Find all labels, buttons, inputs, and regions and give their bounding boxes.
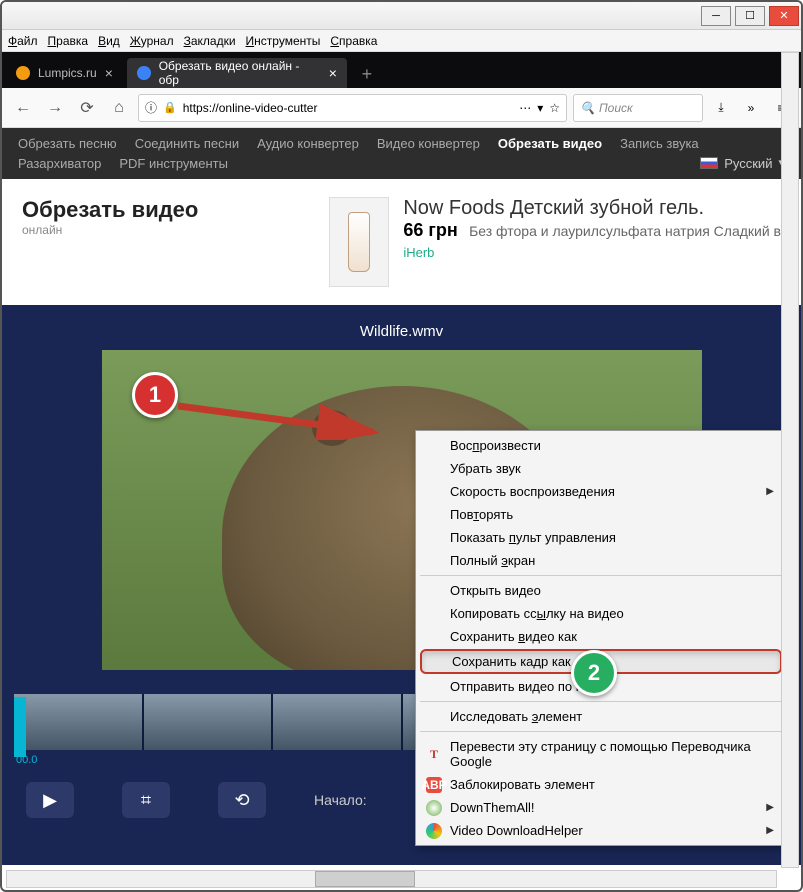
- maximize-button[interactable]: ☐: [735, 6, 765, 26]
- translate-icon: T: [426, 746, 442, 762]
- back-button[interactable]: ←: [10, 95, 36, 121]
- info-icon[interactable]: ⓘ: [145, 99, 157, 116]
- timeline-thumb: [144, 694, 272, 750]
- tab-lumpics[interactable]: Lumpics.ru ×: [6, 58, 123, 88]
- lock-icon: 🔒: [163, 101, 177, 114]
- adblock-icon: ABP: [426, 777, 442, 793]
- url-text: https://online-video-cutter: [183, 101, 318, 115]
- site-nav: Обрезать песню Соединить песни Аудио кон…: [2, 128, 801, 179]
- menu-file[interactable]: Файл: [8, 34, 38, 48]
- close-button[interactable]: ✕: [769, 6, 799, 26]
- menu-help[interactable]: Справка: [330, 34, 377, 48]
- ctx-save-video[interactable]: Сохранить видео как: [418, 625, 784, 648]
- search-placeholder: Поиск: [599, 101, 633, 115]
- ctx-fullscreen[interactable]: Полный экран: [418, 549, 784, 572]
- page-subtitle: онлайн: [22, 223, 198, 237]
- menu-history[interactable]: Журнал: [130, 34, 174, 48]
- submenu-arrow-icon: ▶: [766, 486, 774, 497]
- scrollbar-thumb[interactable]: [315, 871, 415, 887]
- downloads-button[interactable]: ⤓: [709, 96, 733, 120]
- page-actions-icon[interactable]: ⋯: [519, 101, 531, 115]
- ctx-repeat[interactable]: Повторять: [418, 503, 784, 526]
- submenu-arrow-icon: ▶: [766, 802, 774, 813]
- new-tab-button[interactable]: +: [353, 60, 381, 88]
- timeline-thumb: [273, 694, 401, 750]
- ctx-translate[interactable]: TПеревести эту страницу с помощью Перево…: [418, 735, 784, 773]
- tab-strip: Lumpics.ru × Обрезать видео онлайн - обр…: [2, 52, 801, 88]
- tab-label: Lumpics.ru: [38, 66, 97, 80]
- ad-desc: Без фтора и лаурилсульфата натрия Сладки…: [469, 223, 781, 239]
- hero-section: Обрезать видео онлайн Now Foods Детский …: [2, 179, 801, 305]
- ctx-block-element[interactable]: ABPЗаблокировать элемент: [418, 773, 784, 796]
- advertisement[interactable]: Now Foods Детский зубной гель. 66 грн Бе…: [329, 197, 781, 287]
- home-button[interactable]: ⌂: [106, 95, 132, 121]
- annotation-marker-2: 2: [571, 650, 617, 696]
- video-filename: Wildlife.wmv: [2, 323, 801, 340]
- rotate-button[interactable]: ⟲: [218, 782, 266, 818]
- crop-button[interactable]: ⌗: [122, 782, 170, 818]
- ad-title: Now Foods Детский зубной гель.: [403, 197, 781, 220]
- language-selector[interactable]: Русский ▾: [700, 155, 785, 171]
- nav-item[interactable]: Запись звука: [620, 136, 699, 151]
- ctx-copy-link[interactable]: Копировать ссылку на видео: [418, 602, 784, 625]
- reload-button[interactable]: ⟳: [74, 95, 100, 121]
- context-menu: Воспроизвести Убрать звук Скорость воспр…: [415, 430, 787, 846]
- tab-close-icon[interactable]: ×: [329, 65, 337, 81]
- nav-item[interactable]: Разархиватор: [18, 156, 101, 171]
- vertical-scrollbar[interactable]: [781, 52, 799, 868]
- ctx-inspect[interactable]: Исследовать элемент: [418, 705, 784, 728]
- language-label: Русский: [724, 156, 772, 171]
- dta-icon: [426, 800, 442, 816]
- overflow-button[interactable]: »: [739, 96, 763, 120]
- page-title: Обрезать видео: [22, 197, 198, 223]
- ctx-mute[interactable]: Убрать звук: [418, 457, 784, 480]
- bookmark-star-icon[interactable]: ☆: [549, 101, 560, 115]
- minimize-button[interactable]: ─: [701, 6, 731, 26]
- ctx-open-video[interactable]: Открыть видео: [418, 579, 784, 602]
- submenu-arrow-icon: ▶: [766, 825, 774, 836]
- ad-price: 66 грн: [403, 220, 457, 241]
- trim-start-handle[interactable]: [14, 697, 26, 757]
- favicon-icon: [137, 66, 151, 80]
- nav-item[interactable]: Соединить песни: [135, 136, 239, 151]
- ad-brand: iHerb: [403, 245, 781, 260]
- play-button[interactable]: ▶: [26, 782, 74, 818]
- menu-edit[interactable]: Правка: [48, 34, 89, 48]
- forward-button[interactable]: →: [42, 95, 68, 121]
- menu-bookmarks[interactable]: Закладки: [184, 34, 236, 48]
- ctx-play[interactable]: Воспроизвести: [418, 434, 784, 457]
- ctx-downthemall[interactable]: DownThemAll!▶: [418, 796, 784, 819]
- ctx-show-controls[interactable]: Показать пульт управления: [418, 526, 784, 549]
- nav-item[interactable]: Аудио конвертер: [257, 136, 359, 151]
- nav-item[interactable]: Видео конвертер: [377, 136, 480, 151]
- address-toolbar: ← → ⟳ ⌂ ⓘ 🔒 https://online-video-cutter …: [2, 88, 801, 128]
- tab-close-icon[interactable]: ×: [105, 65, 113, 81]
- ctx-speed[interactable]: Скорость воспроизведения▶: [418, 480, 784, 503]
- horizontal-scrollbar[interactable]: [6, 870, 777, 888]
- separator: [420, 575, 782, 576]
- annotation-marker-1: 1: [132, 372, 178, 418]
- ctx-video-downloadhelper[interactable]: Video DownloadHelper▶: [418, 819, 784, 842]
- menu-tools[interactable]: Инструменты: [246, 34, 321, 48]
- menu-view[interactable]: Вид: [98, 34, 120, 48]
- window-titlebar: ─ ☐ ✕: [2, 2, 801, 30]
- url-input[interactable]: ⓘ 🔒 https://online-video-cutter ⋯ ▾ ☆: [138, 94, 567, 122]
- search-input[interactable]: 🔍 Поиск: [573, 94, 703, 122]
- separator: [420, 701, 782, 702]
- timeline-thumb: [14, 694, 142, 750]
- nav-item-active[interactable]: Обрезать видео: [498, 136, 602, 151]
- ad-image: [329, 197, 389, 287]
- favicon-icon: [16, 66, 30, 80]
- tab-video-cutter[interactable]: Обрезать видео онлайн - обр ×: [127, 58, 347, 88]
- nav-item[interactable]: PDF инструменты: [119, 156, 228, 171]
- tab-label: Обрезать видео онлайн - обр: [159, 59, 321, 87]
- flag-ru-icon: [700, 157, 718, 169]
- nav-item[interactable]: Обрезать песню: [18, 136, 117, 151]
- vdh-icon: [426, 823, 442, 839]
- start-time-label: Начало:: [314, 792, 367, 808]
- browser-menubar: Файл Правка Вид Журнал Закладки Инструме…: [2, 30, 801, 52]
- search-icon: 🔍: [580, 101, 595, 115]
- separator: [420, 731, 782, 732]
- reader-icon[interactable]: ▾: [537, 101, 543, 115]
